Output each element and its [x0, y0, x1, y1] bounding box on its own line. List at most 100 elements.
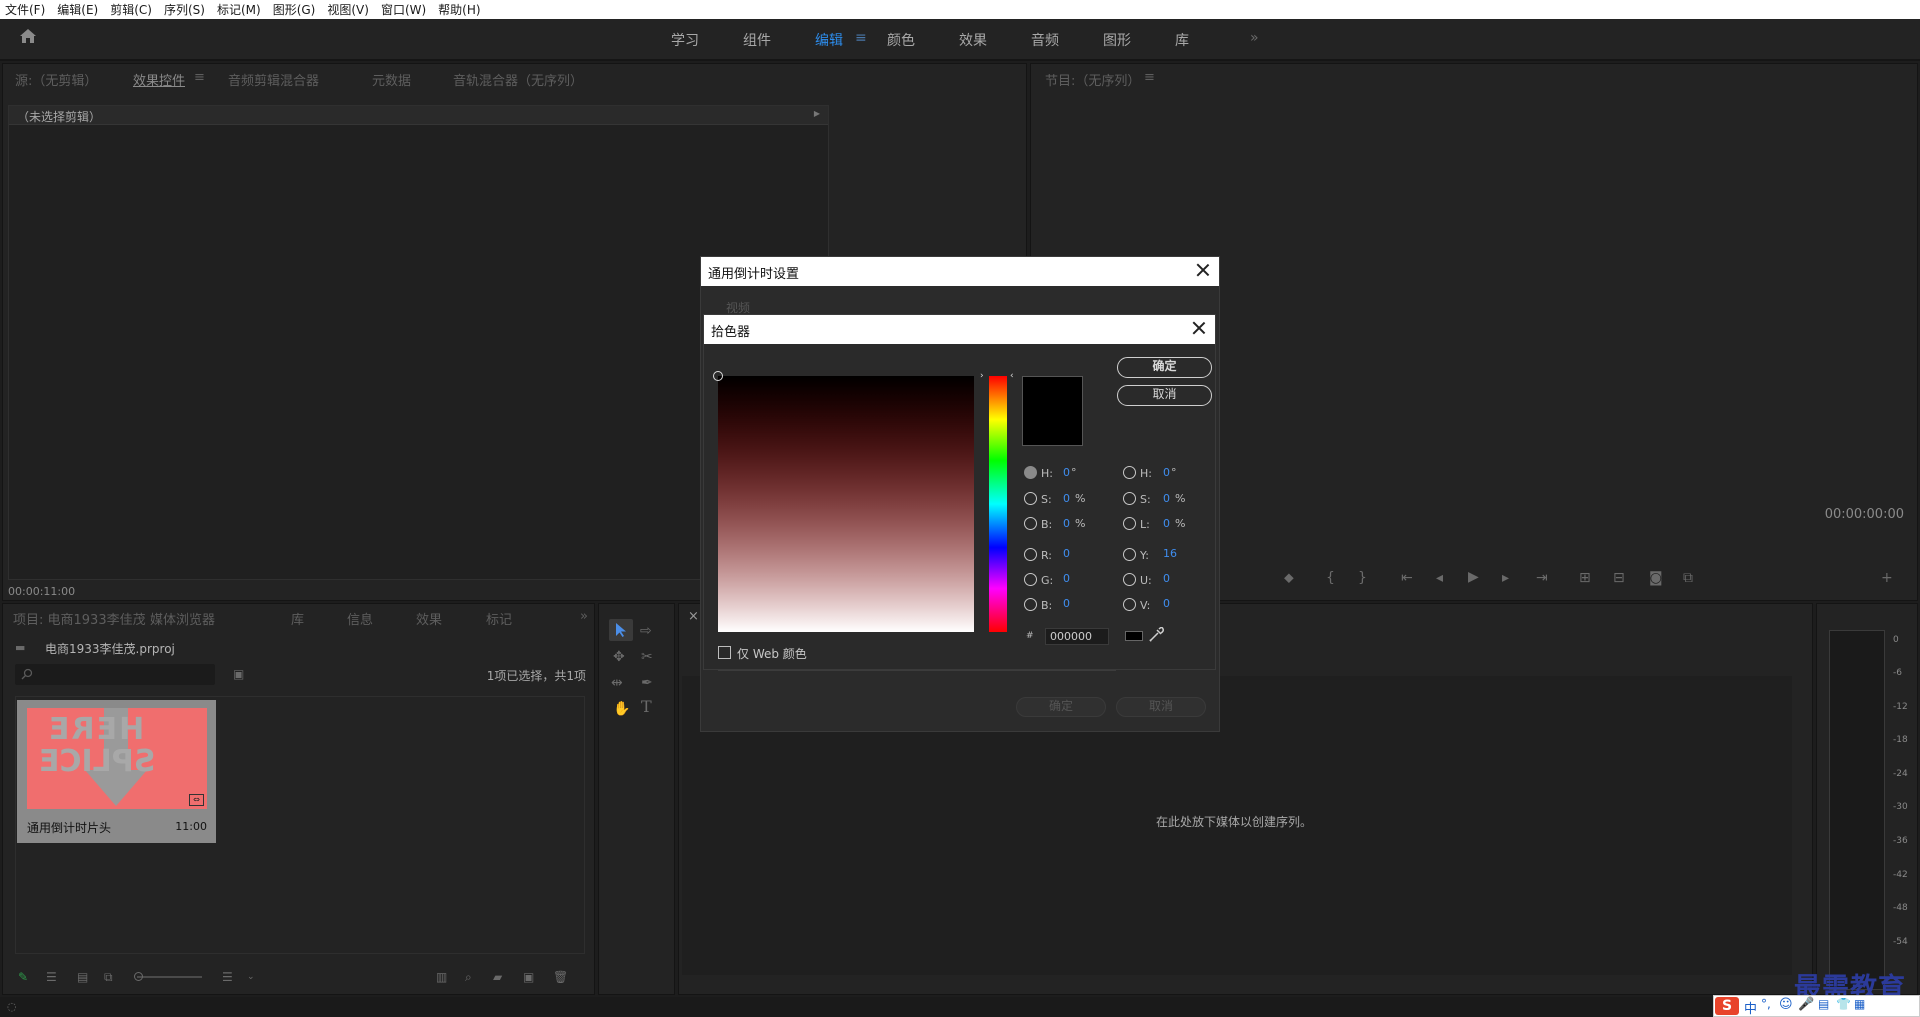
- field-value-b[interactable]: 0: [1063, 517, 1070, 530]
- clip-thumbnail-card[interactable]: HERE SPLICE ⇔ 通用倒计时片头 11:00: [17, 700, 216, 843]
- new-bin-from-search-icon[interactable]: ▣: [233, 666, 244, 682]
- freeform-view-icon[interactable]: ⧉: [104, 969, 113, 985]
- radio-s-left[interactable]: [1024, 492, 1037, 505]
- go-to-out-icon[interactable]: ⇥: [1536, 570, 1548, 586]
- radio-g[interactable]: [1024, 573, 1037, 586]
- marker-icon[interactable]: ⬥: [1284, 570, 1294, 586]
- field-value-h[interactable]: 0: [1063, 466, 1070, 479]
- tab-markers[interactable]: 标记: [486, 609, 512, 628]
- home-icon[interactable]: [19, 28, 37, 44]
- tab-project[interactable]: 项目: 电商1933李佳茂: [13, 609, 146, 628]
- field-value-v[interactable]: 0: [1163, 597, 1170, 610]
- find-icon[interactable]: ⌕: [465, 969, 472, 985]
- color-picker-close-icon[interactable]: [1189, 318, 1209, 338]
- ime-tools-icon[interactable]: ▦: [1854, 997, 1865, 1011]
- lift-icon[interactable]: ⊞: [1579, 570, 1591, 586]
- sort-dropdown-icon[interactable]: ⌄: [247, 969, 255, 985]
- more-workspaces-icon[interactable]: »: [1250, 30, 1259, 46]
- hand-tool-icon[interactable]: ✋: [613, 701, 630, 717]
- countdown-ok-button[interactable]: 确定: [1016, 697, 1106, 717]
- project-search-input[interactable]: [15, 664, 215, 685]
- export-frame-icon[interactable]: ◙: [1649, 570, 1663, 586]
- workspace-tab-effects[interactable]: 效果: [959, 30, 987, 50]
- ime-language-toggle[interactable]: 中: [1744, 998, 1757, 1017]
- zoom-slider-handle[interactable]: [134, 972, 143, 981]
- radio-s-right[interactable]: [1123, 492, 1136, 505]
- comparison-view-icon[interactable]: ⧉: [1683, 570, 1693, 586]
- radio-y[interactable]: [1123, 548, 1136, 561]
- field-value-h-hsl[interactable]: 0: [1163, 466, 1170, 479]
- radio-h-left[interactable]: [1024, 466, 1037, 479]
- radio-u[interactable]: [1123, 573, 1136, 586]
- field-value-r[interactable]: 0: [1063, 547, 1070, 560]
- ime-voice-icon[interactable]: 🎤: [1798, 997, 1814, 1012]
- workspace-tab-audio[interactable]: 音频: [1031, 30, 1059, 50]
- tab-metadata[interactable]: 元数据: [372, 70, 411, 89]
- field-value-y[interactable]: 16: [1163, 547, 1177, 560]
- clear-icon[interactable]: 🗑: [553, 969, 568, 985]
- menu-help[interactable]: 帮助(H): [438, 1, 480, 18]
- workspace-tab-graphics[interactable]: 图形: [1103, 30, 1131, 50]
- mark-in-icon[interactable]: {: [1326, 570, 1335, 586]
- workspace-tab-assembly[interactable]: 组件: [743, 30, 771, 50]
- tab-source[interactable]: 源:（无剪辑）: [15, 70, 97, 89]
- sort-icons-icon[interactable]: ☰: [222, 969, 233, 985]
- menu-markers[interactable]: 标记(M): [217, 1, 261, 18]
- field-value-l[interactable]: 0: [1163, 517, 1170, 530]
- ime-keyboard-icon[interactable]: ▤: [1818, 997, 1829, 1011]
- hue-slider-left-arrow-icon[interactable]: ›: [980, 371, 984, 381]
- color-picker-cancel-button[interactable]: 取消: [1117, 385, 1212, 406]
- color-picker-ok-button[interactable]: 确定: [1117, 357, 1212, 378]
- countdown-cancel-button[interactable]: 取消: [1116, 697, 1206, 717]
- radio-v[interactable]: [1123, 598, 1136, 611]
- ripple-edit-tool-icon[interactable]: ✥: [613, 649, 625, 665]
- menu-file[interactable]: 文件(F): [5, 1, 45, 18]
- play-icon[interactable]: ▶: [1468, 569, 1479, 585]
- color-selector-handle[interactable]: [713, 371, 723, 381]
- field-value-s[interactable]: 0: [1063, 492, 1070, 505]
- panel-menu-icon[interactable]: ≡: [194, 70, 205, 85]
- type-tool-icon[interactable]: T: [641, 699, 652, 715]
- tab-effects[interactable]: 效果: [416, 609, 442, 628]
- menu-sequence[interactable]: 序列(S): [164, 1, 205, 18]
- mark-out-icon[interactable]: }: [1358, 570, 1367, 586]
- workspace-tab-learn[interactable]: 学习: [671, 30, 699, 50]
- field-value-g[interactable]: 0: [1063, 572, 1070, 585]
- workspace-tab-libraries[interactable]: 库: [1175, 30, 1189, 50]
- program-menu-icon[interactable]: ≡: [1144, 70, 1155, 85]
- radio-b-left[interactable]: [1024, 517, 1037, 530]
- menu-view[interactable]: 视图(V): [327, 1, 369, 18]
- radio-h-right[interactable]: [1123, 466, 1136, 479]
- tab-info[interactable]: 信息: [347, 609, 373, 628]
- ime-emoji-icon[interactable]: ☺: [1779, 997, 1793, 1012]
- menu-edit[interactable]: 编辑(E): [57, 1, 98, 18]
- go-to-in-icon[interactable]: ⇤: [1401, 570, 1413, 586]
- new-item-icon[interactable]: ▣: [523, 969, 534, 985]
- tab-audio-clip-mixer[interactable]: 音频剪辑混合器: [228, 70, 319, 89]
- hex-input[interactable]: 000000: [1045, 628, 1109, 645]
- tab-program[interactable]: 节目:（无序列）: [1045, 70, 1140, 89]
- track-select-tool-icon[interactable]: ⇨: [640, 623, 652, 639]
- ime-punctuation-icon[interactable]: °,: [1761, 997, 1771, 1011]
- new-bin-icon[interactable]: ▰: [493, 969, 502, 985]
- menu-window[interactable]: 窗口(W): [381, 1, 426, 18]
- radio-b-rgb[interactable]: [1024, 598, 1037, 611]
- radio-l[interactable]: [1123, 517, 1136, 530]
- workspace-tab-color[interactable]: 颜色: [887, 30, 915, 50]
- zoom-slider-track[interactable]: [137, 976, 202, 978]
- field-value-s-hsl[interactable]: 0: [1163, 492, 1170, 505]
- add-button-icon[interactable]: +: [1881, 570, 1893, 586]
- tab-effect-controls[interactable]: 效果控件: [133, 70, 185, 89]
- radio-r[interactable]: [1024, 548, 1037, 561]
- razor-tool-icon[interactable]: ✂: [641, 649, 653, 665]
- field-value-b-rgb[interactable]: 0: [1063, 597, 1070, 610]
- pen-tool-icon[interactable]: ✒: [641, 675, 653, 691]
- workspace-menu-icon[interactable]: ≡: [855, 30, 867, 46]
- eyedropper-icon[interactable]: [1148, 627, 1164, 643]
- tab-audio-track-mixer[interactable]: 音轨混合器（无序列）: [453, 70, 583, 89]
- write-protect-icon[interactable]: ✎: [18, 969, 28, 985]
- expand-arrow-icon[interactable]: ▶: [814, 109, 820, 118]
- selection-tool[interactable]: [609, 619, 633, 641]
- ime-skin-icon[interactable]: 👕: [1836, 997, 1851, 1011]
- tab-libraries[interactable]: 库: [291, 609, 304, 628]
